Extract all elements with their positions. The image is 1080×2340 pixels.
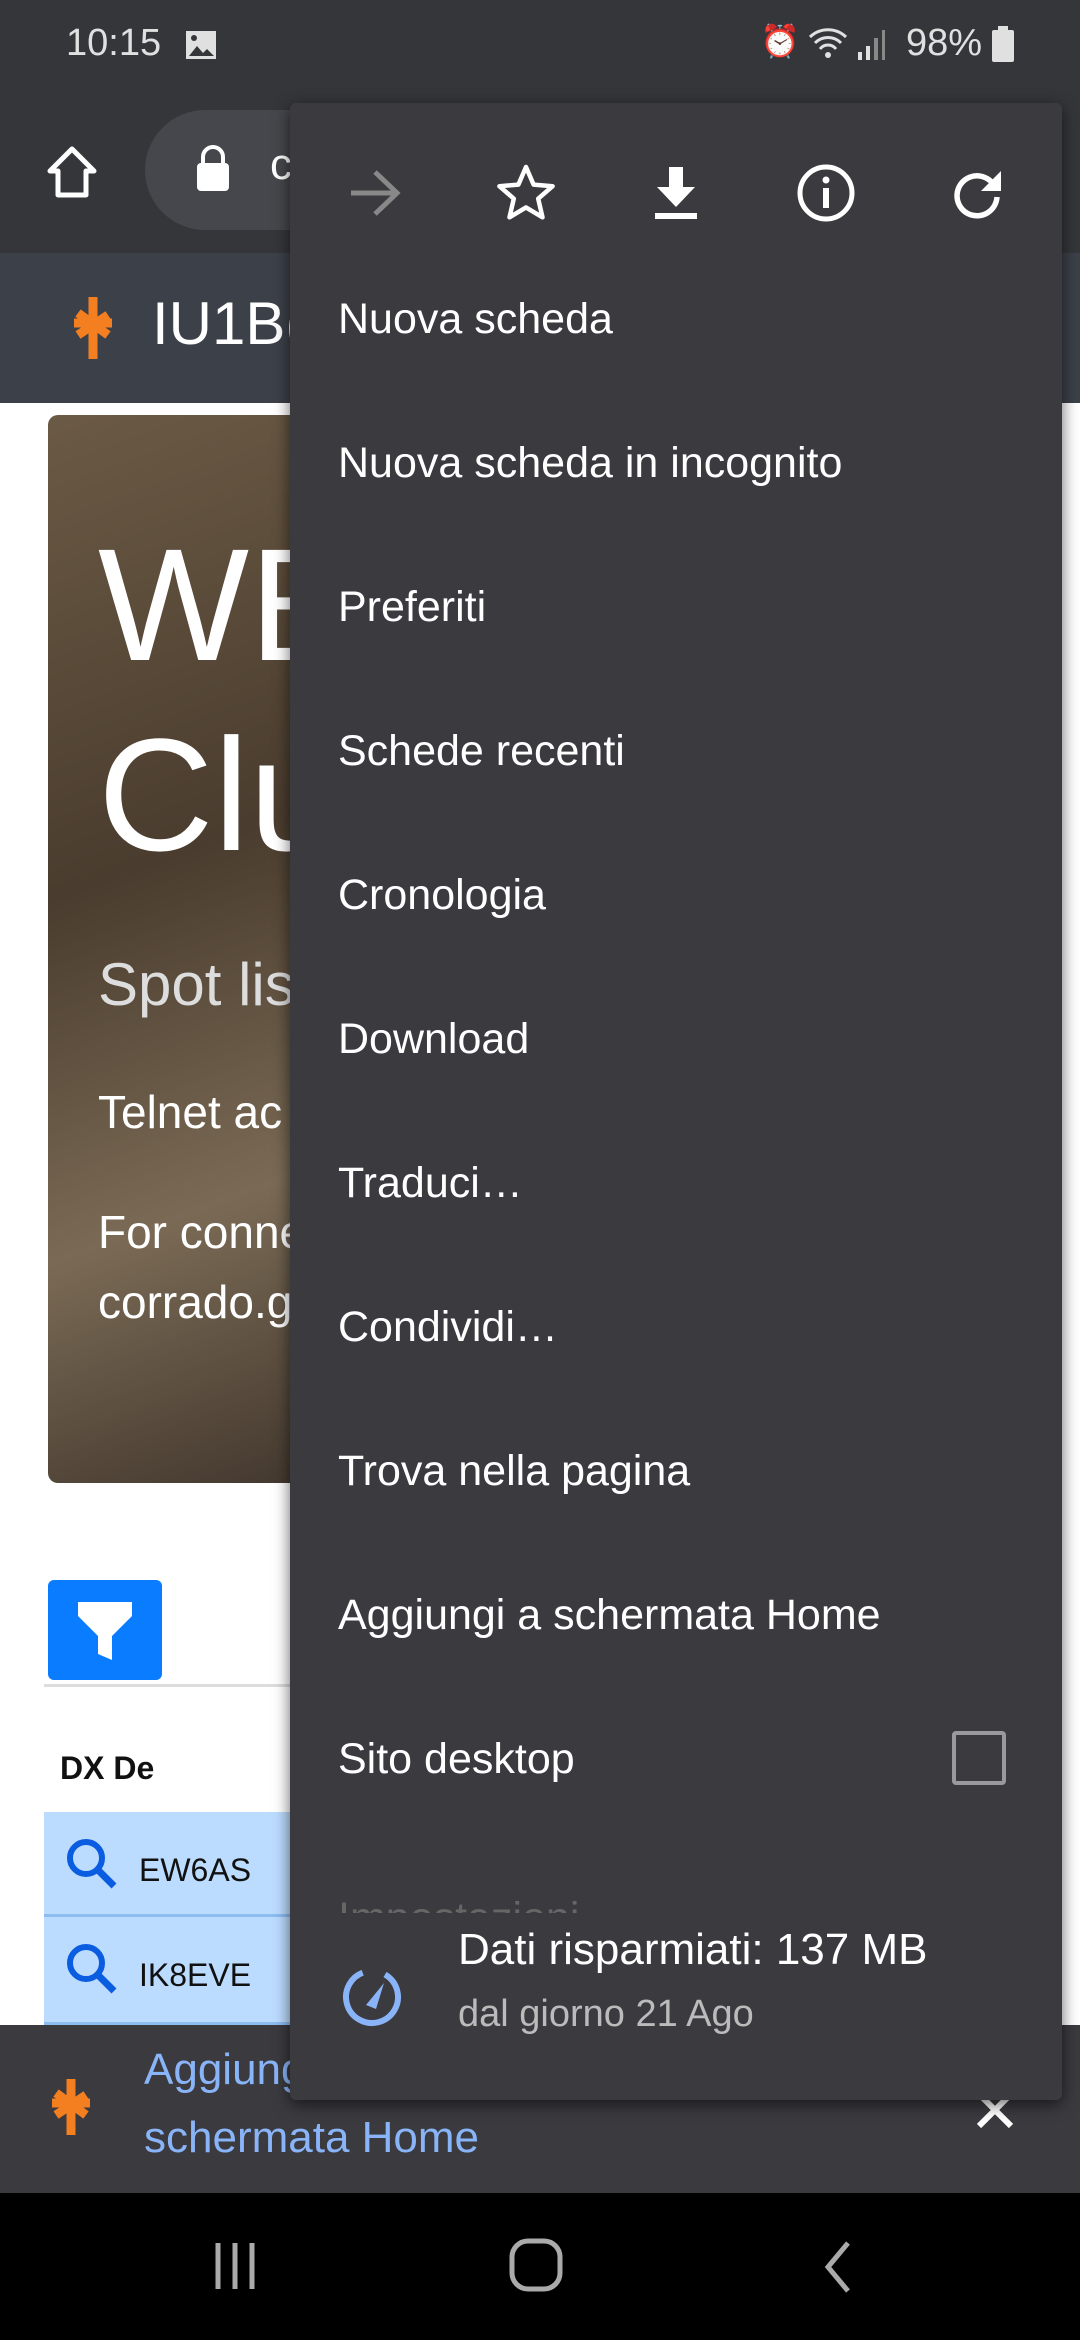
divider <box>44 1684 294 1687</box>
menu-icon-row <box>290 143 1062 243</box>
home-nav-icon[interactable] <box>508 2237 564 2293</box>
download-icon[interactable] <box>636 153 716 233</box>
site-logo-icon <box>74 297 112 359</box>
refresh-icon[interactable] <box>937 153 1017 233</box>
battery-percent: 98% <box>906 22 983 64</box>
hero-subtitle: Spot lis <box>98 951 295 1018</box>
desktop-site-checkbox[interactable] <box>952 1731 1006 1785</box>
status-bar: 10:15 ⏰ 98% <box>0 0 1080 100</box>
url-text: c <box>270 140 292 189</box>
menu-item-bookmarks[interactable]: Preferiti <box>338 562 1028 652</box>
signal-icon <box>858 30 885 60</box>
data-saved-since: dal giorno 21 Ago <box>458 1993 754 2035</box>
image-notification-icon <box>186 31 216 59</box>
search-icon[interactable] <box>64 1941 118 1995</box>
callsign: IK8EVE <box>139 1957 252 1993</box>
filter-icon <box>78 1602 132 1660</box>
lock-icon <box>197 145 229 191</box>
hero-host: corrado.g <box>98 1276 293 1328</box>
system-nav-bar <box>0 2193 1080 2340</box>
callsign: EW6AS <box>139 1852 252 1888</box>
wifi-icon <box>808 28 848 58</box>
hero-telnet: Telnet ac <box>98 1086 283 1138</box>
alarm-icon: ⏰ <box>760 23 800 59</box>
table-row[interactable]: IK8EVE <box>44 1917 294 2025</box>
info-icon[interactable] <box>786 153 866 233</box>
menu-item-desktop-site[interactable]: Sito desktop <box>338 1714 1028 1804</box>
site-logo-icon <box>52 2079 90 2135</box>
site-title: IU1B( <box>152 290 306 357</box>
menu-item-find-in-page[interactable]: Trova nella pagina <box>338 1426 1028 1516</box>
menu-item-translate[interactable]: Traduci… <box>338 1138 1028 1228</box>
hero-connect: For conne <box>98 1206 306 1258</box>
menu-item-history[interactable]: Cronologia <box>338 850 1028 940</box>
filter-button[interactable] <box>48 1580 162 1680</box>
home-icon[interactable] <box>44 145 100 201</box>
forward-icon[interactable] <box>335 153 415 233</box>
settings-label: Impostazioni <box>338 1873 1028 1913</box>
menu-item-settings-faded[interactable]: Impostazioni <box>338 1873 1028 1913</box>
menu-item-add-to-home[interactable]: Aggiungi a schermata Home <box>338 1570 1028 1660</box>
battery-icon <box>992 26 1014 62</box>
browser-menu: Nuova scheda Nuova scheda in incognito P… <box>290 103 1062 2100</box>
data-saver-icon <box>343 1968 401 2026</box>
back-icon[interactable] <box>820 2239 856 2295</box>
menu-item-downloads[interactable]: Download <box>338 994 1028 1084</box>
star-icon[interactable] <box>486 153 566 233</box>
search-icon[interactable] <box>64 1836 118 1890</box>
menu-item-new-tab[interactable]: Nuova scheda <box>338 274 1028 364</box>
recent-apps-icon[interactable] <box>210 2241 260 2291</box>
data-saved-text[interactable]: Dati risparmiati: 137 MB <box>458 1925 927 1975</box>
clock: 10:15 <box>66 22 162 64</box>
menu-item-incognito-tab[interactable]: Nuova scheda in incognito <box>338 418 1028 508</box>
column-header-dx-de: DX De <box>60 1750 155 1786</box>
menu-item-share[interactable]: Condividi… <box>338 1282 1028 1372</box>
banner-text-2: schermata Home <box>144 2113 480 2162</box>
menu-item-recent-tabs[interactable]: Schede recenti <box>338 706 1028 796</box>
table-row[interactable]: EW6AS <box>44 1812 294 1917</box>
